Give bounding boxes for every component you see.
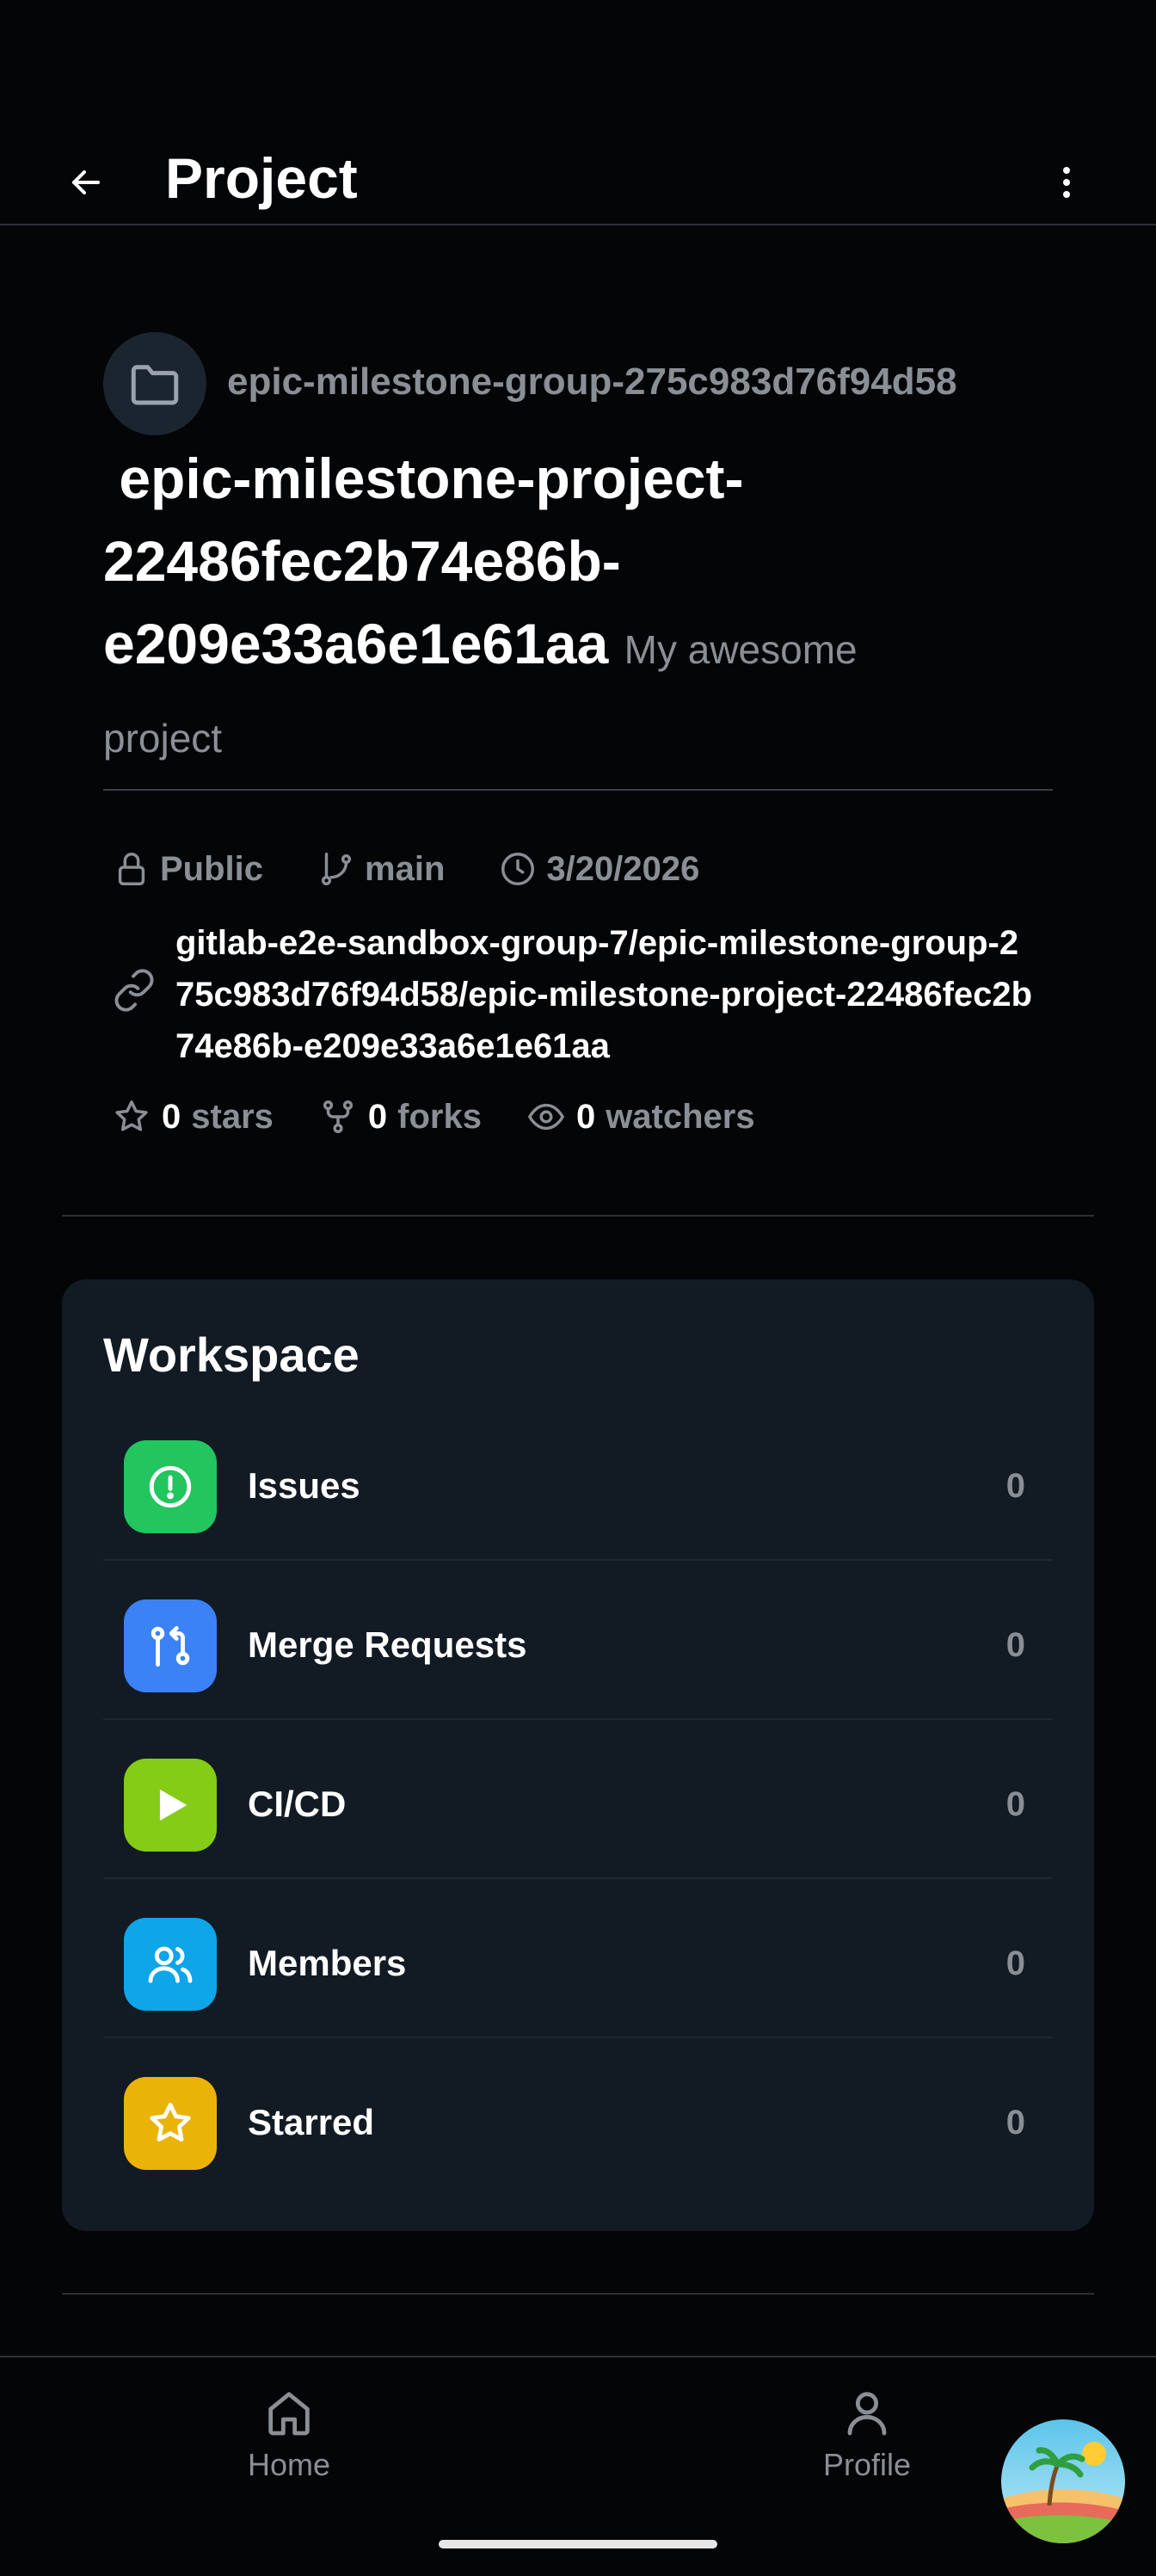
merge-requests-icon-tile: [124, 1599, 217, 1692]
stars-count: 0: [162, 1097, 181, 1136]
project-stats: 0 stars 0 forks 0 watchers: [112, 1089, 800, 1144]
workspace-item-count: 0: [1005, 1785, 1025, 1823]
star-outline-icon: [115, 1100, 148, 1131]
star-icon: [150, 2102, 191, 2142]
watchers-stat[interactable]: 0 watchers: [526, 1097, 755, 1137]
assistant-fab[interactable]: [1001, 2419, 1125, 2543]
issues-icon-tile: [124, 1440, 217, 1533]
date-label: 3/20/2026: [546, 849, 700, 888]
workspace-item-members[interactable]: Members 0: [103, 1879, 1053, 2038]
nav-home[interactable]: Home: [203, 2385, 375, 2483]
starred-icon-tile: [124, 2077, 217, 2170]
workspace-item-count: 0: [1005, 2104, 1025, 2142]
nav-home-label: Home: [247, 2447, 331, 2482]
branch-label: main: [365, 849, 446, 888]
project-title: epic-milestone-project-22486fec2b74e86b-…: [103, 437, 963, 780]
stars-label: stars: [191, 1097, 274, 1136]
home-icon: [268, 2392, 310, 2436]
play-icon: [159, 1789, 188, 1821]
more-vertical-icon: [1063, 167, 1070, 198]
watchers-label: watchers: [606, 1097, 755, 1136]
more-options-button[interactable]: [1032, 148, 1101, 217]
forks-label: forks: [397, 1097, 482, 1136]
divider: [62, 1215, 1094, 1217]
workspace-item-count: 0: [1005, 1467, 1025, 1505]
workspace-list: Issues 0 Merge Requests 0 CI/CD 0 Member…: [103, 1402, 1053, 2196]
forks-count: 0: [367, 1097, 388, 1136]
group-name[interactable]: epic-milestone-group-275c983d76f94d58: [227, 356, 957, 408]
workspace-item-ci-cd[interactable]: CI/CD 0: [103, 1720, 1053, 1879]
lock-icon: [118, 853, 145, 885]
nav-profile[interactable]: Profile: [781, 2385, 953, 2483]
users-icon: [148, 1946, 193, 1983]
workspace-card: Workspace Issues 0 Merge Requests 0 CI/C…: [62, 1279, 1094, 2231]
branch-badge: main: [317, 849, 445, 889]
date-badge: 3/20/2026: [498, 849, 699, 889]
workspace-item-issues[interactable]: Issues 0: [103, 1402, 1053, 1561]
folder-icon: [131, 365, 179, 405]
visibility-badge: Public: [112, 849, 263, 889]
git-pull-request-icon: [151, 1626, 190, 1667]
user-icon: [847, 2392, 887, 2436]
project-meta: Public main 3/20/2026: [112, 841, 699, 897]
workspace-item-label: Members: [248, 1943, 407, 1983]
link-icon: [114, 969, 154, 1012]
arrow-left-icon: [72, 170, 100, 194]
workspace-title: Workspace: [103, 1328, 360, 1382]
workspace-item-label: CI/CD: [248, 1784, 347, 1824]
app-bar: Project: [0, 129, 1156, 225]
page-title: Project: [165, 146, 358, 210]
eye-icon: [527, 1103, 565, 1131]
stars-stat[interactable]: 0 stars: [112, 1097, 274, 1137]
members-icon-tile: [124, 1918, 217, 2011]
workspace-item-count: 0: [1005, 1944, 1025, 1982]
alert-circle-icon: [149, 1465, 192, 1508]
ci-cd-icon-tile: [124, 1759, 217, 1852]
beach-avatar-icon: [1001, 2419, 1125, 2543]
workspace-item-count: 0: [1005, 1626, 1025, 1664]
status-bar: [0, 0, 1156, 129]
watchers-count: 0: [575, 1097, 596, 1136]
divider: [62, 2293, 1094, 2295]
nav-profile-label: Profile: [822, 2447, 912, 2482]
workspace-item-starred[interactable]: Starred 0: [103, 2038, 1053, 2196]
workspace-item-label: Starred: [248, 2102, 375, 2142]
home-indicator: [439, 2540, 717, 2548]
back-button[interactable]: [52, 148, 120, 217]
workspace-item-label: Issues: [248, 1465, 360, 1506]
divider: [103, 789, 1053, 791]
group-avatar: [103, 332, 206, 435]
git-branch-icon: [321, 853, 352, 885]
workspace-item-merge-requests[interactable]: Merge Requests 0: [103, 1561, 1053, 1720]
forks-stat[interactable]: 0 forks: [318, 1097, 482, 1137]
fork-icon: [323, 1100, 353, 1133]
visibility-label: Public: [160, 849, 264, 888]
workspace-item-label: Merge Requests: [248, 1624, 527, 1665]
clock-icon: [501, 853, 535, 885]
project-path-link[interactable]: gitlab-e2e-sandbox-group-7/epic-mileston…: [175, 917, 1036, 1072]
